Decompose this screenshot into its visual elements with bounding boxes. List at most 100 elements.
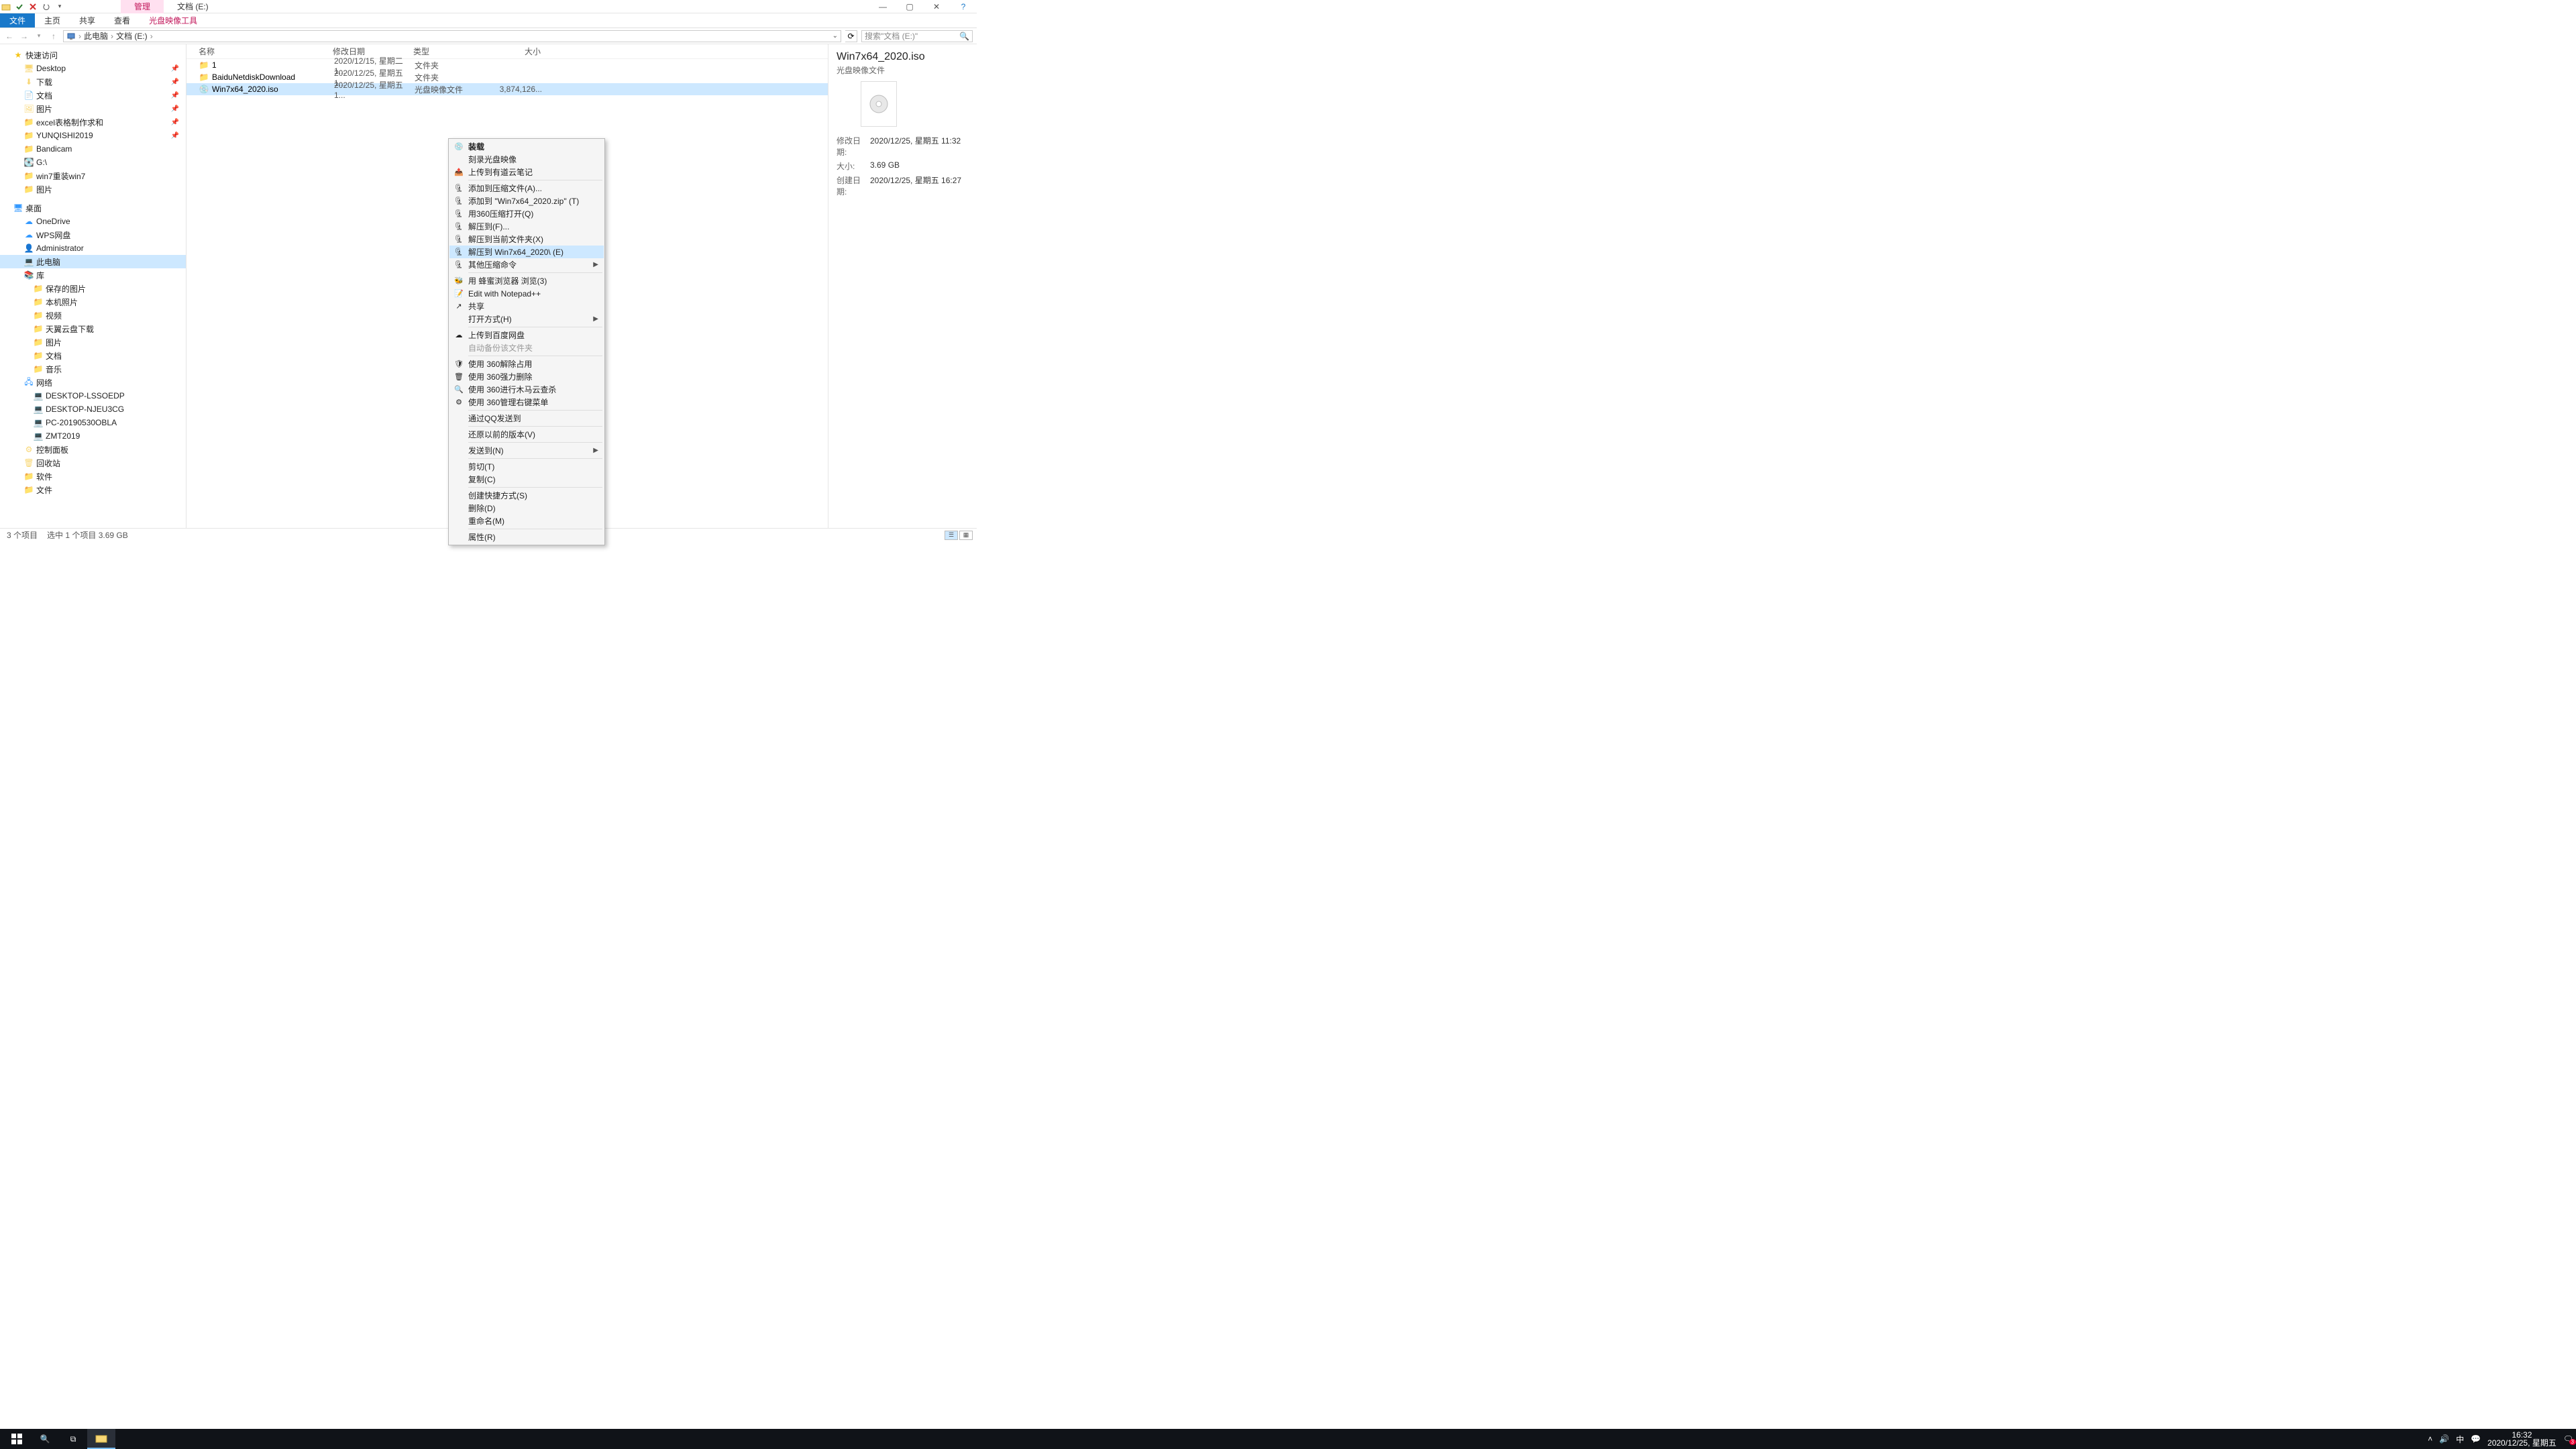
search-input[interactable]: 搜索"文档 (E:)" 🔍 — [861, 30, 973, 42]
forward-button[interactable]: → — [19, 31, 30, 42]
menu-item[interactable]: 🗜其他压缩命令▶ — [449, 258, 604, 271]
tab-manage[interactable]: 管理 — [121, 0, 164, 13]
notifications-icon[interactable]: 💬 — [2471, 1434, 2481, 1444]
volume-icon[interactable]: 🔊 — [2439, 1434, 2449, 1444]
menu-item[interactable]: ↗共享 — [449, 300, 604, 313]
ribbon-view[interactable]: 查看 — [105, 13, 140, 28]
search-button[interactable]: 🔍 — [31, 1429, 59, 1449]
tree-item[interactable]: 💽G:\ — [0, 156, 186, 169]
tree-item[interactable]: 📁YUNQISHI2019📌 — [0, 129, 186, 142]
tree-quick-access[interactable]: ★ 快速访问 — [0, 48, 186, 62]
menu-item[interactable]: 🗜用360压缩打开(Q) — [449, 207, 604, 220]
explorer-taskbar-button[interactable] — [87, 1429, 115, 1449]
tree-item[interactable]: 📚库 — [0, 268, 186, 282]
menu-item[interactable]: 复制(C) — [449, 473, 604, 486]
ime-indicator[interactable]: 中 — [2456, 1434, 2464, 1445]
minimize-button[interactable]: — — [869, 0, 896, 13]
tree-item[interactable]: 📁文档 — [0, 349, 186, 362]
up-button[interactable]: ↑ — [48, 31, 59, 42]
chevron-right-icon[interactable]: › — [78, 32, 81, 41]
tree-item[interactable]: 📁视频 — [0, 309, 186, 322]
search-icon[interactable]: 🔍 — [959, 32, 969, 41]
menu-item[interactable]: 属性(R) — [449, 531, 604, 543]
refresh-button[interactable]: ⟳ — [845, 30, 857, 42]
tree-item[interactable]: 💻ZMT2019 — [0, 429, 186, 443]
col-name[interactable]: 名称 — [199, 46, 333, 57]
tree-item[interactable]: 💻PC-20190530OBLA — [0, 416, 186, 429]
tree-item[interactable]: 📁win7重装win7 — [0, 169, 186, 182]
col-type[interactable]: 类型 — [413, 46, 480, 57]
qat-undo-icon[interactable] — [42, 2, 51, 11]
menu-item[interactable]: 重命名(M) — [449, 515, 604, 527]
qat-check-icon[interactable] — [15, 2, 24, 11]
menu-item[interactable]: ⚙使用 360管理右键菜单 — [449, 396, 604, 409]
tree-item[interactable]: 🖼图片📌 — [0, 102, 186, 115]
tree-item[interactable]: 💻DESKTOP-LSSOEDP — [0, 389, 186, 402]
tree-item[interactable]: 📁音乐 — [0, 362, 186, 376]
file-row[interactable]: 📁12020/12/15, 星期二 1...文件夹 — [186, 59, 828, 71]
ribbon-home[interactable]: 主页 — [35, 13, 70, 28]
tree-item[interactable]: ☁WPS网盘 — [0, 228, 186, 241]
tree-item[interactable]: ⬇下载📌 — [0, 75, 186, 89]
taskbar[interactable]: 🔍 ⧉ ˄ 🔊 中 💬 16:32 2020/12/25, 星期五 🗨3 — [0, 1429, 2576, 1449]
chevron-right-icon[interactable]: › — [111, 32, 113, 41]
menu-item[interactable]: 删除(D) — [449, 502, 604, 515]
nav-tree[interactable]: ★ 快速访问 🖥Desktop📌⬇下载📌📄文档📌🖼图片📌📁excel表格制作求和… — [0, 44, 186, 528]
maximize-button[interactable]: ▢ — [896, 0, 923, 13]
menu-item[interactable]: 创建快捷方式(S) — [449, 489, 604, 502]
menu-item[interactable]: 还原以前的版本(V) — [449, 428, 604, 441]
menu-item[interactable]: 💿装载 — [449, 140, 604, 153]
tree-item[interactable]: 🖥Desktop📌 — [0, 62, 186, 75]
qat-dropdown-icon[interactable]: ▾ — [55, 2, 64, 11]
tree-item[interactable]: ☁OneDrive — [0, 215, 186, 228]
crumb-drive[interactable]: 文档 (E:) — [116, 30, 148, 42]
ribbon-share[interactable]: 共享 — [70, 13, 105, 28]
tree-item[interactable]: 📁Bandicam — [0, 142, 186, 156]
tree-item[interactable]: 📁天翼云盘下载 — [0, 322, 186, 335]
breadcrumb[interactable]: › 此电脑 › 文档 (E:) › ⌄ — [63, 30, 841, 42]
recent-dropdown-icon[interactable]: ▾ — [34, 31, 44, 42]
view-details-button[interactable]: ☰ — [945, 531, 958, 540]
address-dropdown-icon[interactable]: ⌄ — [833, 32, 838, 40]
file-row[interactable]: 📁BaiduNetdiskDownload2020/12/25, 星期五 1..… — [186, 71, 828, 83]
tree-item[interactable]: 📁软件 — [0, 470, 186, 483]
menu-item[interactable]: 📤上传到有道云笔记 — [449, 166, 604, 178]
help-button[interactable]: ? — [950, 0, 977, 13]
col-size[interactable]: 大小 — [480, 46, 541, 57]
menu-item[interactable]: 打开方式(H)▶ — [449, 313, 604, 325]
start-button[interactable] — [3, 1429, 31, 1449]
menu-item[interactable]: 🗜解压到(F)... — [449, 220, 604, 233]
menu-item[interactable]: 🔍使用 360进行木马云查杀 — [449, 383, 604, 396]
action-center-icon[interactable]: 🗨3 — [2563, 1434, 2573, 1444]
file-list[interactable]: 名称 修改日期 类型 大小 📁12020/12/15, 星期二 1...文件夹📁… — [186, 44, 828, 528]
tree-item[interactable]: 📁图片 — [0, 182, 186, 196]
tray-up-icon[interactable]: ˄ — [2428, 1434, 2432, 1444]
tree-item[interactable]: 📁文件 — [0, 483, 186, 496]
clock[interactable]: 16:32 2020/12/25, 星期五 — [2487, 1431, 2557, 1447]
menu-item[interactable]: 🛡使用 360解除占用 — [449, 358, 604, 370]
tree-item[interactable]: 💻此电脑 — [0, 255, 186, 268]
menu-item[interactable]: 通过QQ发送到 — [449, 412, 604, 425]
menu-item[interactable]: 🐝用 蜂蜜浏览器 浏览(3) — [449, 274, 604, 287]
tree-network[interactable]: 🖧 网络 — [0, 376, 186, 389]
menu-item[interactable]: 🗜添加到压缩文件(A)... — [449, 182, 604, 195]
tree-item[interactable]: 🗑回收站 — [0, 456, 186, 470]
ribbon-file[interactable]: 文件 — [0, 13, 35, 28]
menu-item[interactable]: 🗜解压到 Win7x64_2020\ (E) — [449, 246, 604, 258]
menu-item[interactable]: 🗜解压到当前文件夹(X) — [449, 233, 604, 246]
view-thumbs-button[interactable]: ▦ — [959, 531, 973, 540]
menu-item[interactable]: 发送到(N)▶ — [449, 444, 604, 457]
file-row[interactable]: 💿Win7x64_2020.iso2020/12/25, 星期五 1...光盘映… — [186, 83, 828, 95]
menu-item[interactable]: 🗑使用 360强力删除 — [449, 370, 604, 383]
menu-item[interactable]: 📝Edit with Notepad++ — [449, 287, 604, 300]
qat-close-icon[interactable] — [28, 2, 38, 11]
ribbon-disc-tools[interactable]: 光盘映像工具 — [140, 13, 207, 28]
tree-item[interactable]: ⚙控制面板 — [0, 443, 186, 456]
task-view-button[interactable]: ⧉ — [59, 1429, 87, 1449]
chevron-right-icon[interactable]: › — [150, 32, 153, 41]
menu-item[interactable]: 刻录光盘映像 — [449, 153, 604, 166]
tree-item[interactable]: 📁保存的图片 — [0, 282, 186, 295]
close-button[interactable]: ✕ — [923, 0, 950, 13]
menu-item[interactable]: 剪切(T) — [449, 460, 604, 473]
tree-item[interactable]: 📄文档📌 — [0, 89, 186, 102]
